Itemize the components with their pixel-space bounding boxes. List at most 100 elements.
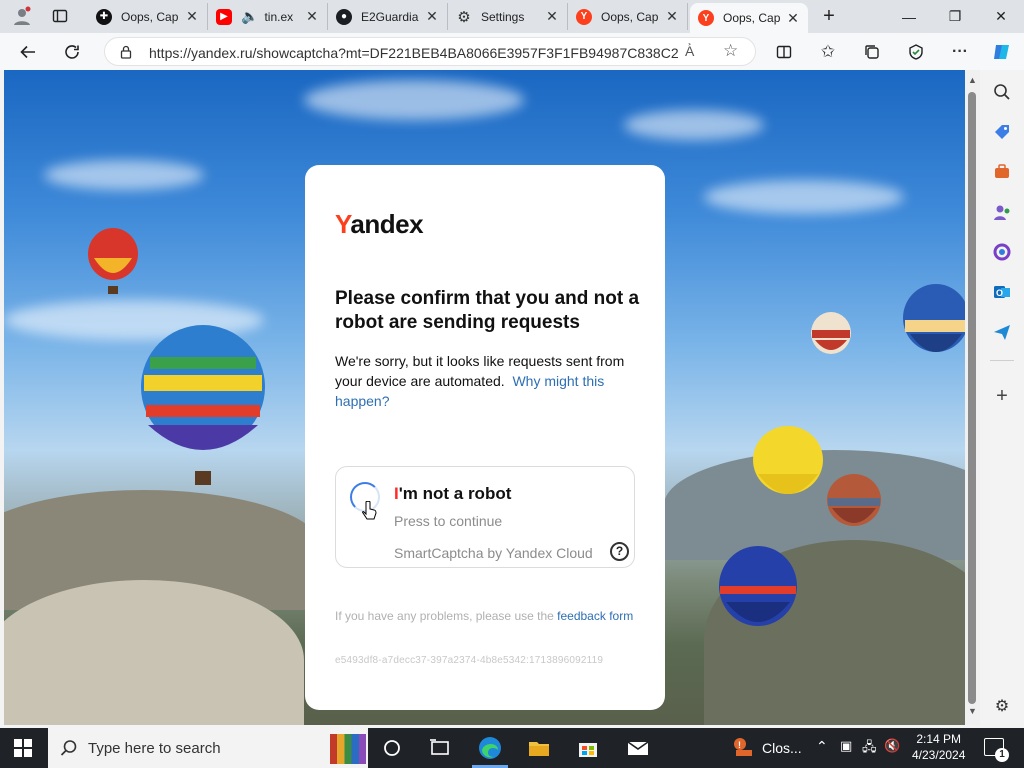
favorite-star-icon[interactable]: ☆ <box>723 41 738 61</box>
file-explorer-icon[interactable] <box>527 736 551 760</box>
problems-text: If you have any problems, please use the <box>335 609 554 623</box>
request-id: e5493df8-a7decc37-397a2374-4b8e5342:1713… <box>335 655 604 666</box>
close-icon[interactable]: ✕ <box>786 10 800 27</box>
network-icon[interactable]: 🖧 <box>862 738 877 760</box>
tab-e2guardian[interactable]: ● E2Guardia ✕ <box>328 3 448 30</box>
mouse-cursor-icon <box>362 501 377 520</box>
github-icon: ● <box>336 8 352 25</box>
hot-air-balloon <box>903 284 965 352</box>
search-icon[interactable] <box>992 82 1012 102</box>
close-icon[interactable]: ✕ <box>425 8 439 25</box>
windows-start-icon[interactable] <box>14 739 32 760</box>
page-viewport: Yandex Please confirm that you and not a… <box>4 70 965 725</box>
edge-taskbar-icon[interactable] <box>478 736 502 760</box>
close-icon[interactable]: ✕ <box>185 8 199 25</box>
timeline-icon[interactable] <box>428 736 452 760</box>
refresh-icon <box>65 45 79 59</box>
copilot-icon[interactable] <box>988 38 1016 66</box>
read-aloud-icon[interactable]: A͐ <box>685 43 694 59</box>
svg-text:O: O <box>996 288 1003 298</box>
taskbar-app-label[interactable]: Clos... <box>762 740 802 756</box>
meet-now-icon[interactable]: ▣ <box>840 738 852 754</box>
microsoft365-icon[interactable] <box>992 242 1012 262</box>
cloud <box>704 180 904 214</box>
refresh-button[interactable] <box>58 38 86 66</box>
hot-air-balloon <box>811 312 851 354</box>
browser-essentials-icon[interactable] <box>902 38 930 66</box>
task-view-icon[interactable] <box>380 736 404 760</box>
tab-title: Oops, Cap <box>723 11 781 25</box>
scroll-down-arrow-icon[interactable]: ▼ <box>968 706 977 716</box>
tab-title: Oops, Cap <box>601 9 659 24</box>
tools-briefcase-icon[interactable] <box>992 162 1012 182</box>
store-icon[interactable] <box>576 736 600 760</box>
collections-icon[interactable] <box>858 38 886 66</box>
tab-oops-captcha-active[interactable]: Y Oops, Cap ✕ <box>690 3 808 33</box>
windows-taskbar: Type here to search ! Clos... ⌃ ▣ 🖧 🔇 2:… <box>0 728 1024 768</box>
taskbar-search-box[interactable]: Type here to search <box>48 728 368 768</box>
tab-title: E2Guardia <box>361 9 419 24</box>
clock-time: 2:14 PM <box>916 732 962 746</box>
restore-button[interactable]: ❐ <box>932 0 978 33</box>
description: We're sorry, but it looks like requests … <box>335 351 640 411</box>
app-warning-icon[interactable]: ! <box>730 736 754 760</box>
tab-settings[interactable]: ⚙ Settings ✕ <box>448 3 568 30</box>
cloud <box>304 80 524 120</box>
telegram-send-icon[interactable] <box>992 322 1012 342</box>
mail-icon[interactable] <box>626 736 650 760</box>
navigation-bar: https://yandex.ru/showcaptcha?mt=DF221BE… <box>0 33 1024 70</box>
taskbar-clock[interactable]: 2:14 PM 4/23/2024 <box>912 731 965 763</box>
sidebar-divider <box>990 360 1014 361</box>
vertical-scrollbar[interactable]: ▲ ▼ <box>965 70 980 725</box>
tab-youtube[interactable]: ▶ 🔈 tin.ex ✕ <box>208 3 328 30</box>
close-icon[interactable]: ✕ <box>665 8 679 25</box>
minimize-button[interactable]: — <box>886 0 932 33</box>
page-heading: Please confirm that you and not a robot … <box>335 288 640 333</box>
yandex-logo[interactable]: Yandex <box>335 209 424 240</box>
hot-air-balloon-large <box>141 325 265 485</box>
volume-muted-icon[interactable]: 🔇 <box>884 738 900 754</box>
plus-circle-icon: ✚ <box>96 8 112 25</box>
scroll-up-arrow-icon[interactable]: ▲ <box>968 75 977 85</box>
add-sidebar-app-icon[interactable]: + <box>992 385 1012 407</box>
hidden-icons-chevron-icon[interactable]: ⌃ <box>816 738 828 755</box>
smartcaptcha-checkbox-widget[interactable]: I'm not a robot Press to continue SmartC… <box>335 466 635 568</box>
games-icon[interactable] <box>992 202 1012 222</box>
profile-icon[interactable] <box>8 4 36 28</box>
captcha-provider-text: SmartCaptcha by Yandex Cloud <box>394 545 593 561</box>
svg-text:!: ! <box>738 740 741 750</box>
press-to-continue-text: Press to continue <box>394 513 503 529</box>
books-search-highlight-icon[interactable] <box>330 734 366 764</box>
speaker-icon[interactable]: 🔈 <box>241 8 258 25</box>
shopping-tag-icon[interactable] <box>992 122 1012 142</box>
address-bar[interactable]: https://yandex.ru/showcaptcha?mt=DF221BE… <box>104 37 756 66</box>
close-icon[interactable]: ✕ <box>545 8 559 25</box>
back-button[interactable] <box>14 38 42 66</box>
tab-oops-captcha-1[interactable]: ✚ Oops, Cap ✕ <box>88 3 208 30</box>
outlook-icon[interactable]: O <box>992 282 1012 302</box>
help-icon[interactable]: ? <box>610 542 629 561</box>
label-rest: 'm not a robot <box>398 484 512 503</box>
captcha-card: Yandex Please confirm that you and not a… <box>305 165 665 710</box>
url-text[interactable]: https://yandex.ru/showcaptcha?mt=DF221BE… <box>149 45 679 61</box>
favorites-icon[interactable]: ✩ <box>814 38 842 66</box>
problems-note: If you have any problems, please use the… <box>335 608 635 624</box>
split-screen-icon[interactable] <box>770 38 798 66</box>
search-icon <box>60 740 77 756</box>
feedback-form-link[interactable]: feedback form <box>557 609 633 623</box>
search-placeholder[interactable]: Type here to search <box>88 740 221 757</box>
hot-air-balloon-blue <box>719 546 797 626</box>
not-robot-label[interactable]: I'm not a robot <box>394 484 511 504</box>
cloud <box>624 110 764 140</box>
tab-actions-icon[interactable] <box>46 4 74 28</box>
new-tab-button[interactable]: + <box>815 4 843 28</box>
lock-icon[interactable] <box>119 45 133 59</box>
scrollbar-thumb[interactable] <box>968 92 976 704</box>
close-window-button[interactable]: ✕ <box>978 0 1024 33</box>
youtube-icon: ▶ <box>216 8 232 25</box>
more-menu-icon[interactable]: ··· <box>946 38 974 66</box>
logo-letter-y: Y <box>335 209 351 239</box>
tab-oops-captcha-2[interactable]: Y Oops, Cap ✕ <box>568 3 688 30</box>
close-icon[interactable]: ✕ <box>305 8 319 25</box>
sidebar-settings-gear-icon[interactable]: ⚙ <box>992 696 1012 716</box>
